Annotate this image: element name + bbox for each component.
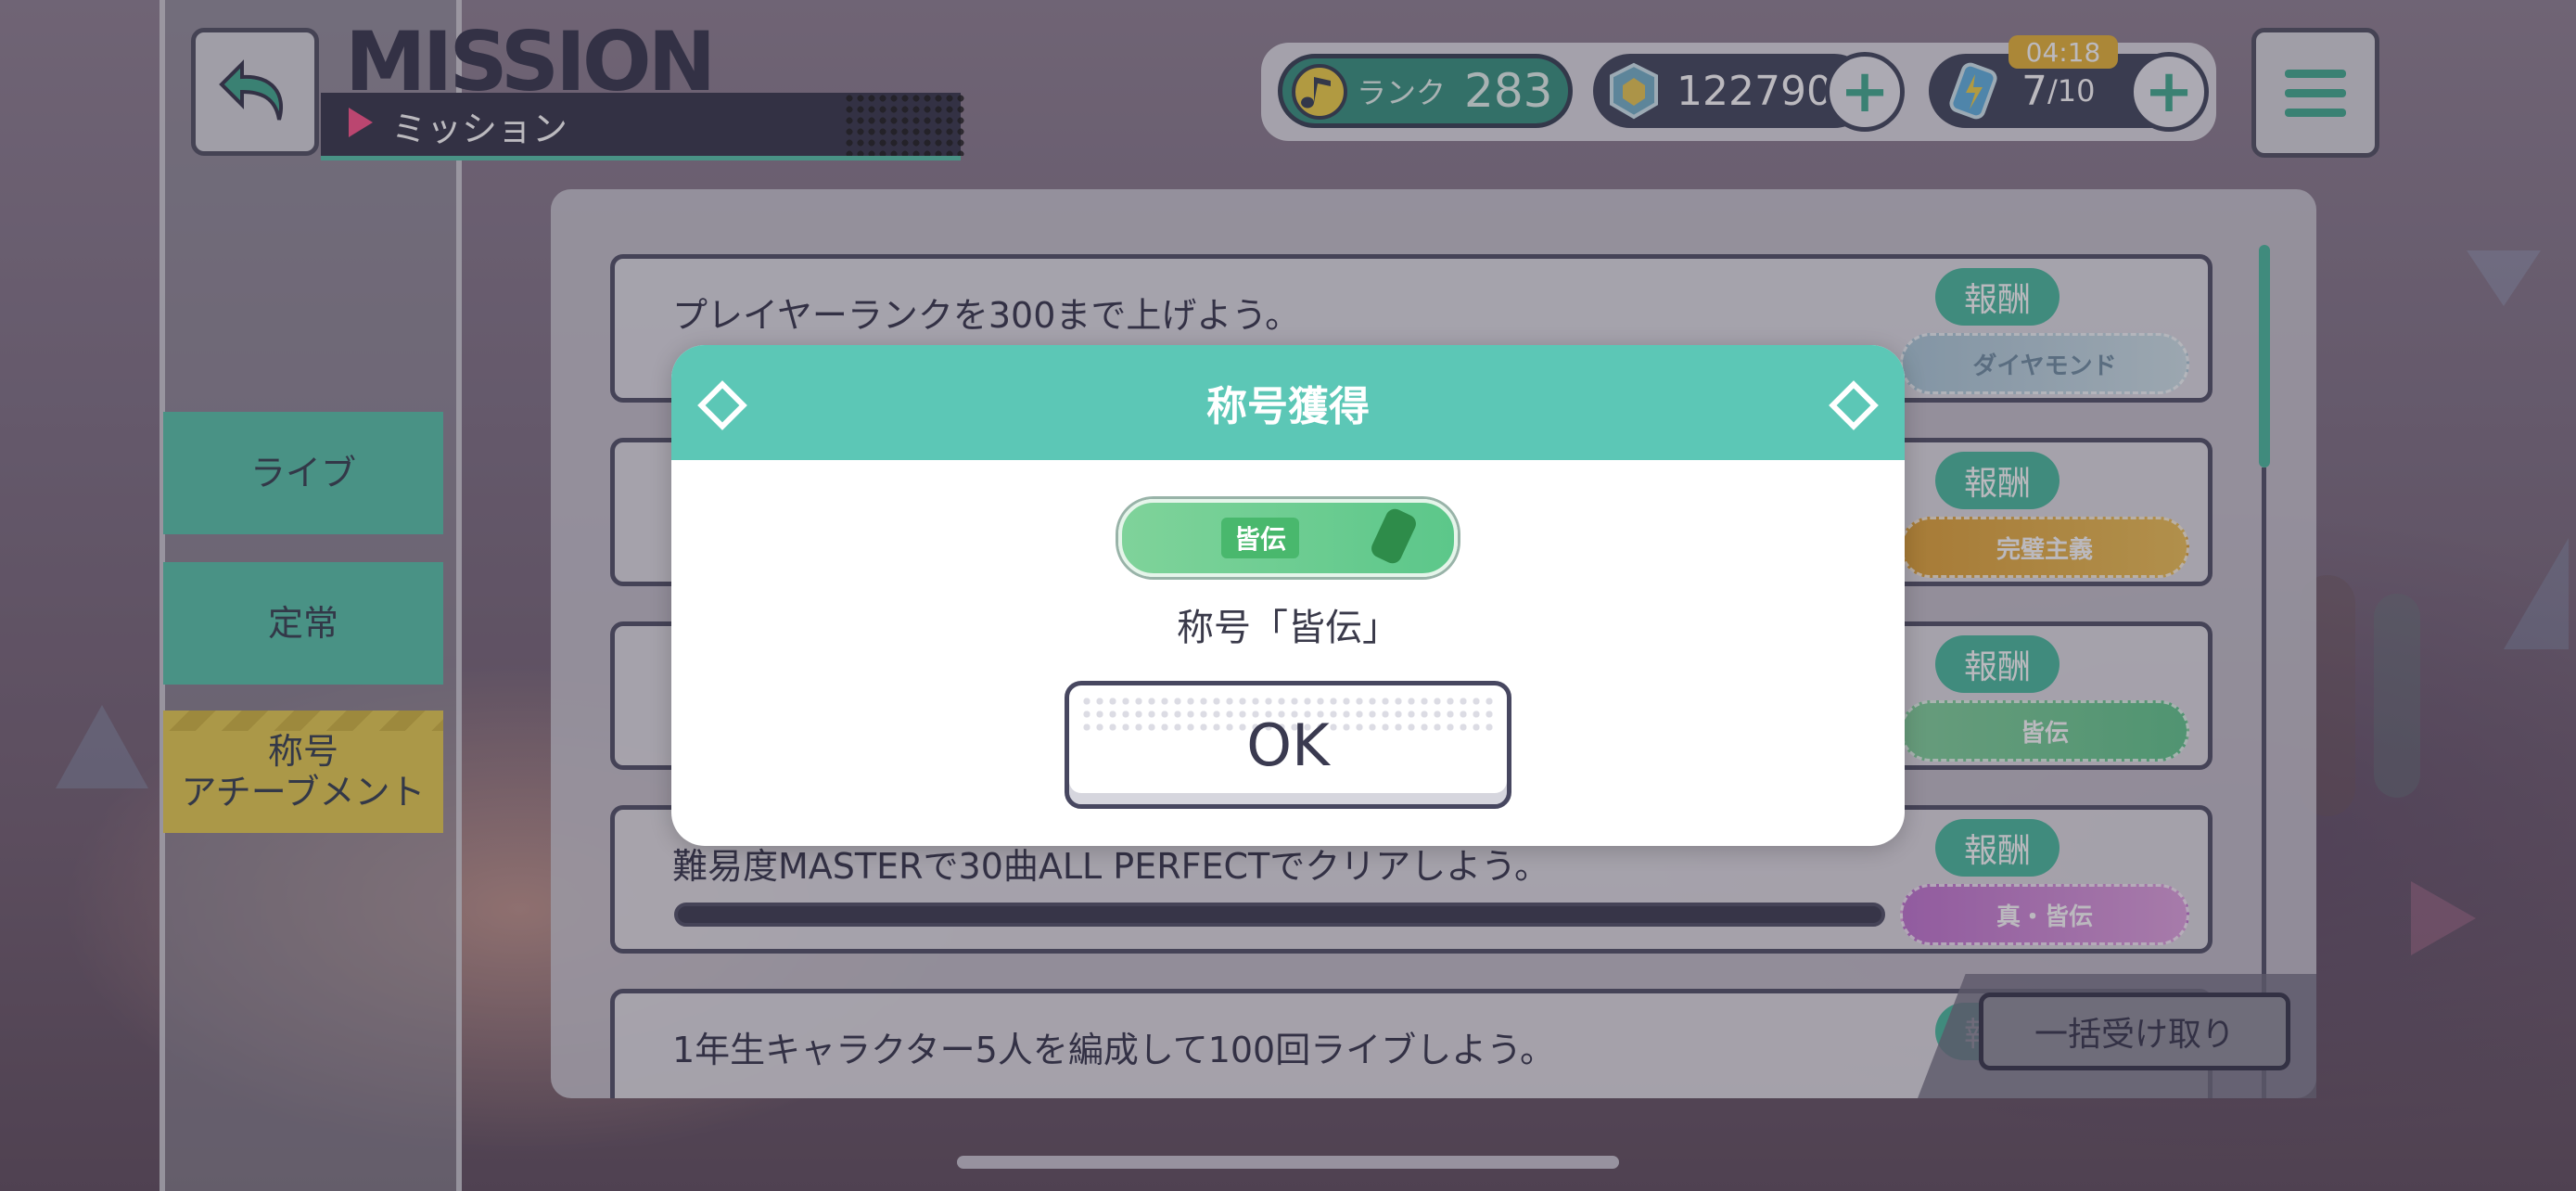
ok-label: OK (1246, 711, 1330, 779)
diamond-icon (697, 380, 747, 430)
lightstick-icon (1368, 506, 1420, 567)
dialog-title: 称号獲得 (1206, 383, 1370, 430)
dialog-header: 称号獲得 (671, 345, 1905, 460)
ok-button[interactable]: OK (1065, 681, 1511, 809)
title-acquired-dialog: 称号獲得 皆伝 称号「皆伝」 OK (671, 345, 1905, 846)
title-badge-text: 皆伝 (1220, 518, 1299, 558)
title-badge: 皆伝 (1118, 499, 1458, 577)
diamond-icon (1829, 380, 1879, 430)
title-caption: 称号「皆伝」 (1177, 607, 1399, 649)
